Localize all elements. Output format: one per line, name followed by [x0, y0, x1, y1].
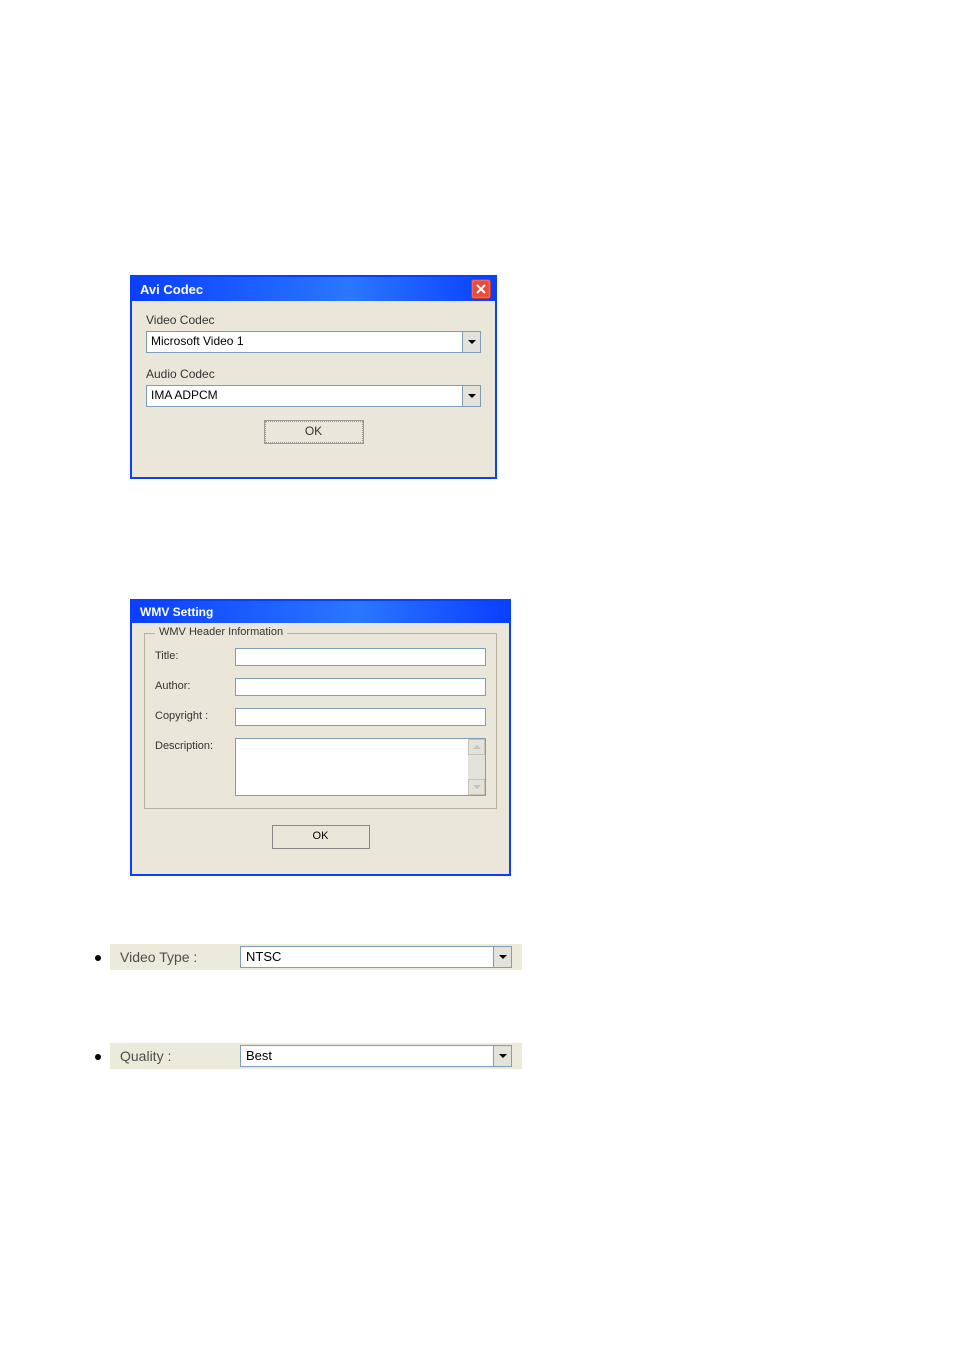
window-title: Avi Codec [140, 282, 203, 297]
bullet-icon [95, 955, 101, 961]
copyright-label: Copyright : [155, 708, 235, 722]
chevron-down-icon[interactable] [493, 1046, 511, 1066]
audio-codec-combo[interactable]: IMA ADPCM [146, 385, 481, 407]
author-label: Author: [155, 678, 235, 692]
audio-codec-label: Audio Codec [146, 367, 481, 381]
quality-label: Quality : [120, 1048, 240, 1064]
video-codec-label: Video Codec [146, 313, 481, 327]
copyright-input[interactable] [235, 708, 486, 726]
scrollbar[interactable] [468, 739, 485, 795]
author-input[interactable] [235, 678, 486, 696]
video-codec-combo[interactable]: Microsoft Video 1 [146, 331, 481, 353]
ok-button[interactable]: OK [265, 421, 363, 443]
description-input[interactable] [235, 738, 486, 796]
chevron-down-icon[interactable] [462, 386, 480, 406]
wmv-header-group: WMV Header Information Title: Author: Co… [144, 633, 497, 809]
chevron-down-icon[interactable] [493, 947, 511, 967]
group-label: WMV Header Information [155, 626, 287, 638]
title-input[interactable] [235, 648, 486, 666]
scroll-down-icon[interactable] [468, 779, 485, 795]
audio-codec-value: IMA ADPCM [147, 386, 462, 406]
title-bar[interactable]: WMV Setting [132, 601, 509, 623]
avi-codec-dialog: Avi Codec Video Codec Microsoft Video 1 … [130, 275, 497, 479]
bullet-icon [95, 1054, 101, 1060]
title-label: Title: [155, 648, 235, 662]
ok-button[interactable]: OK [272, 825, 370, 849]
close-icon[interactable] [471, 279, 491, 299]
quality-value: Best [241, 1046, 493, 1066]
description-label: Description: [155, 738, 235, 752]
scroll-up-icon[interactable] [468, 739, 485, 755]
wmv-setting-dialog: WMV Setting WMV Header Information Title… [130, 599, 511, 876]
chevron-down-icon[interactable] [462, 332, 480, 352]
quality-combo[interactable]: Best [240, 1045, 512, 1067]
video-type-value: NTSC [241, 947, 493, 967]
video-type-label: Video Type : [120, 949, 240, 965]
window-title: WMV Setting [140, 605, 213, 619]
video-type-row: Video Type : NTSC [110, 944, 522, 970]
title-bar[interactable]: Avi Codec [132, 277, 495, 301]
video-type-combo[interactable]: NTSC [240, 946, 512, 968]
video-codec-value: Microsoft Video 1 [147, 332, 462, 352]
quality-row: Quality : Best [110, 1043, 522, 1069]
